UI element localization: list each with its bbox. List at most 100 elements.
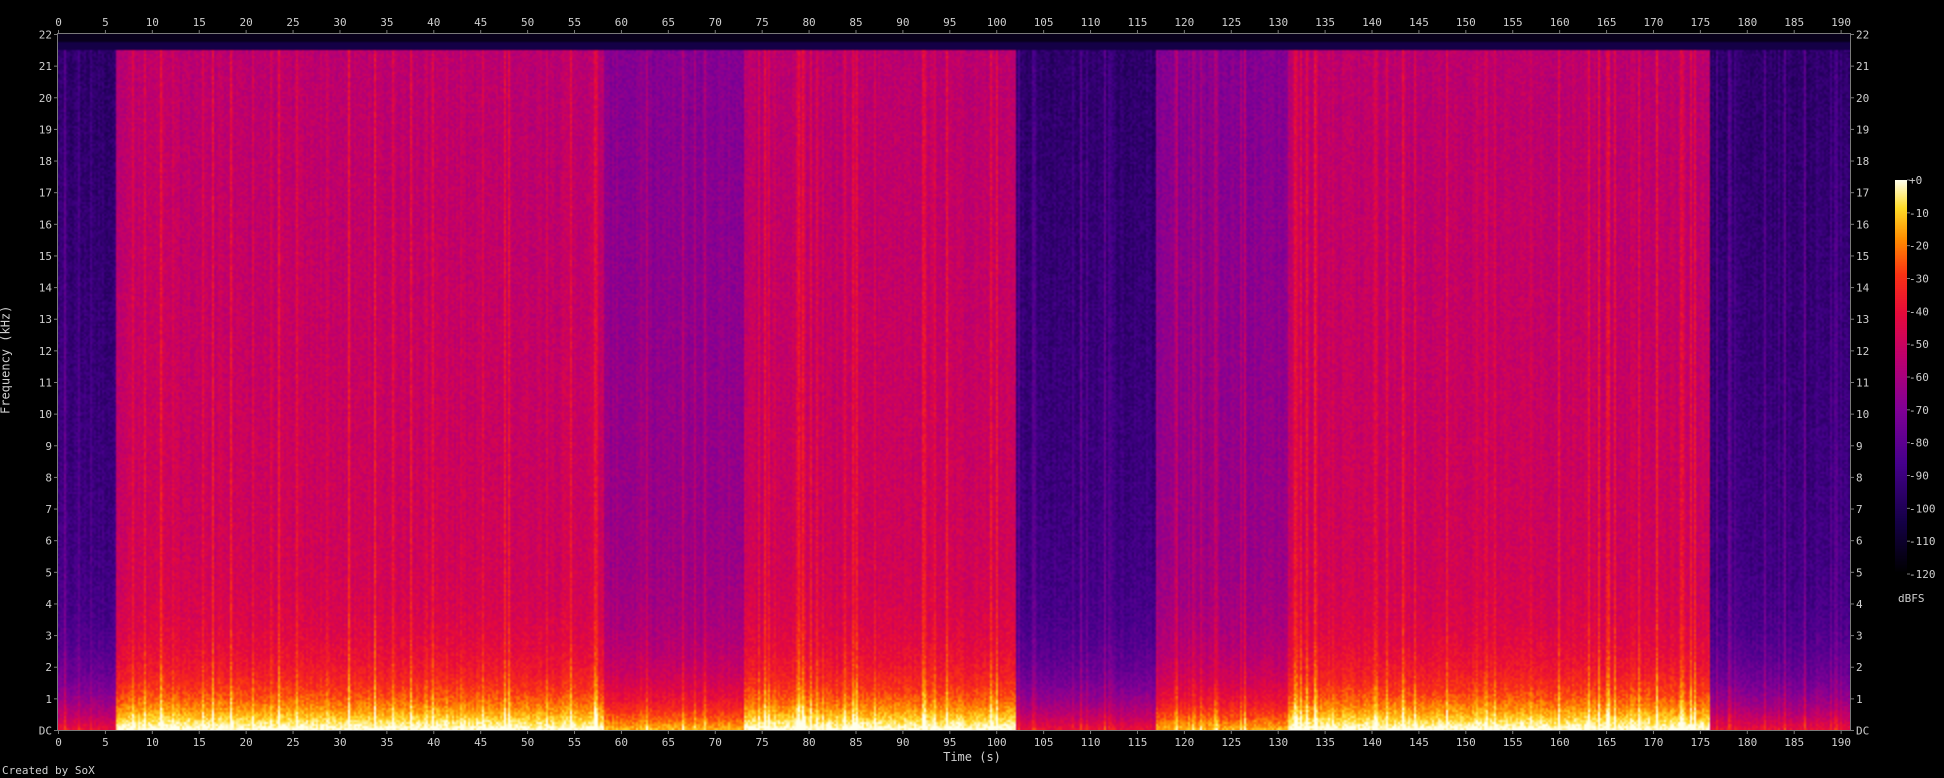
x-tick-label-top: 65 [662, 16, 675, 29]
x-tick-label-bottom: 40 [427, 736, 440, 749]
x-tick-label-top: 40 [427, 16, 440, 29]
x-tick-label-bottom: 90 [896, 736, 909, 749]
y-axis-left: DC12345678910111213141516171819202122 [39, 29, 58, 738]
x-tick-label-bottom: 65 [662, 736, 675, 749]
y-tick-label-left: 22 [39, 29, 52, 42]
colorbar-tick-label: -10 [1909, 207, 1929, 220]
y-tick-label-left: 12 [39, 345, 52, 358]
x-tick-label-bottom: 100 [987, 736, 1007, 749]
y-tick-label-left: 17 [39, 187, 52, 200]
x-tick-label-top: 55 [568, 16, 581, 29]
x-tick-label-bottom: 20 [240, 736, 253, 749]
y-tick-label-right: 17 [1856, 187, 1869, 200]
x-tick-label-top: 75 [756, 16, 769, 29]
x-tick-label-bottom: 35 [380, 736, 393, 749]
x-tick-label-bottom: 190 [1831, 736, 1851, 749]
colorbar-tick-label: -120 [1909, 568, 1936, 581]
colorbar-gradient [1895, 180, 1907, 574]
y-tick-label-right: 22 [1856, 29, 1869, 42]
x-axis-label: Time (s) [943, 750, 1001, 764]
y-tick-label-right: 12 [1856, 345, 1869, 358]
x-tick-label-top: 110 [1081, 16, 1101, 29]
y-tick-label-left: 13 [39, 313, 52, 326]
x-tick-label-bottom: 25 [286, 736, 299, 749]
y-tick-label-left: 19 [39, 123, 52, 136]
x-tick-label-bottom: 185 [1784, 736, 1804, 749]
colorbar-tick-label: +0 [1909, 174, 1922, 187]
x-tick-label-bottom: 55 [568, 736, 581, 749]
y-tick-label-right: 15 [1856, 250, 1869, 263]
y-tick-label-right: DC [1856, 725, 1869, 738]
y-tick-label-left: 2 [45, 661, 52, 674]
y-axis-right: DC12345678910111213141516171819202122 [1850, 29, 1870, 738]
colorbar-tick-label: -80 [1909, 437, 1929, 450]
y-tick-label-right: 16 [1856, 218, 1869, 231]
x-tick-label-top: 150 [1456, 16, 1476, 29]
x-tick-label-top: 85 [849, 16, 862, 29]
x-tick-label-top: 105 [1034, 16, 1054, 29]
x-tick-label-bottom: 105 [1034, 736, 1054, 749]
x-tick-label-bottom: 150 [1456, 736, 1476, 749]
x-tick-label-bottom: 110 [1081, 736, 1101, 749]
y-tick-label-right: 7 [1856, 503, 1863, 516]
x-tick-label-bottom: 45 [474, 736, 487, 749]
y-tick-label-left: 15 [39, 250, 52, 263]
y-tick-label-right: 4 [1856, 598, 1863, 611]
y-tick-label-right: 5 [1856, 566, 1863, 579]
x-tick-label-bottom: 5 [102, 736, 109, 749]
x-axis-top: 0 5 10 15 20 25 30 35 40 45 50 55 60 65 70 75 80 85 90 95 10… [55, 16, 1851, 34]
y-tick-label-left: 14 [39, 282, 53, 295]
x-tick-label-top: 115 [1128, 16, 1148, 29]
x-tick-label-top: 175 [1690, 16, 1710, 29]
x-tick-label-bottom: 175 [1690, 736, 1710, 749]
colorbar-tick-label: -30 [1909, 273, 1929, 286]
x-tick-label-top: 45 [474, 16, 487, 29]
y-tick-label-left: 7 [45, 503, 52, 516]
y-tick-label-right: 20 [1856, 92, 1869, 105]
y-tick-label-left: 20 [39, 92, 52, 105]
colorbar [1895, 180, 1907, 574]
colorbar-tick-label: -100 [1909, 502, 1936, 515]
x-tick-label-top: 5 [102, 16, 109, 29]
x-tick-label-top: 100 [987, 16, 1007, 29]
y-tick-label-right: 8 [1856, 471, 1863, 484]
spectrogram-figure: 0 5 10 15 20 25 30 35 40 45 50 55 60 65 70 75 80 85 90 95 10… [0, 0, 1944, 778]
x-tick-label-bottom: 60 [615, 736, 628, 749]
x-tick-label-bottom: 10 [146, 736, 159, 749]
x-tick-label-bottom: 50 [521, 736, 534, 749]
x-tick-label-top: 10 [146, 16, 159, 29]
y-tick-label-left: 18 [39, 155, 52, 168]
x-tick-label-top: 20 [240, 16, 253, 29]
x-tick-label-top: 30 [333, 16, 346, 29]
x-tick-label-top: 95 [943, 16, 956, 29]
x-tick-label-bottom: 125 [1221, 736, 1241, 749]
x-tick-label-top: 70 [709, 16, 722, 29]
y-tick-label-left: 3 [45, 630, 52, 643]
y-tick-label-right: 9 [1856, 440, 1863, 453]
y-tick-label-right: 14 [1856, 282, 1870, 295]
y-tick-label-right: 11 [1856, 377, 1869, 390]
x-tick-label-top: 60 [615, 16, 628, 29]
x-tick-label-top: 135 [1315, 16, 1335, 29]
x-tick-label-bottom: 0 [55, 736, 62, 749]
y-tick-label-right: 1 [1856, 693, 1863, 706]
y-tick-label-left: 1 [45, 693, 52, 706]
colorbar-tick-label: -90 [1909, 470, 1929, 483]
x-tick-label-bottom: 180 [1737, 736, 1757, 749]
x-tick-label-top: 80 [802, 16, 815, 29]
colorbar-tick-label: -110 [1909, 535, 1936, 548]
x-tick-label-bottom: 130 [1268, 736, 1288, 749]
y-tick-label-left: 16 [39, 218, 52, 231]
x-tick-label-bottom: 145 [1409, 736, 1429, 749]
y-tick-label-right: 10 [1856, 408, 1869, 421]
x-tick-label-bottom: 165 [1597, 736, 1617, 749]
y-tick-label-left: 9 [45, 440, 52, 453]
y-tick-label-left: 5 [45, 566, 52, 579]
credit-text: Created by SoX [2, 764, 95, 777]
x-tick-label-bottom: 95 [943, 736, 956, 749]
y-tick-label-left: DC [39, 725, 52, 738]
x-tick-label-top: 50 [521, 16, 534, 29]
x-tick-label-top: 130 [1268, 16, 1288, 29]
y-tick-label-left: 11 [39, 377, 52, 390]
x-tick-label-top: 155 [1503, 16, 1523, 29]
